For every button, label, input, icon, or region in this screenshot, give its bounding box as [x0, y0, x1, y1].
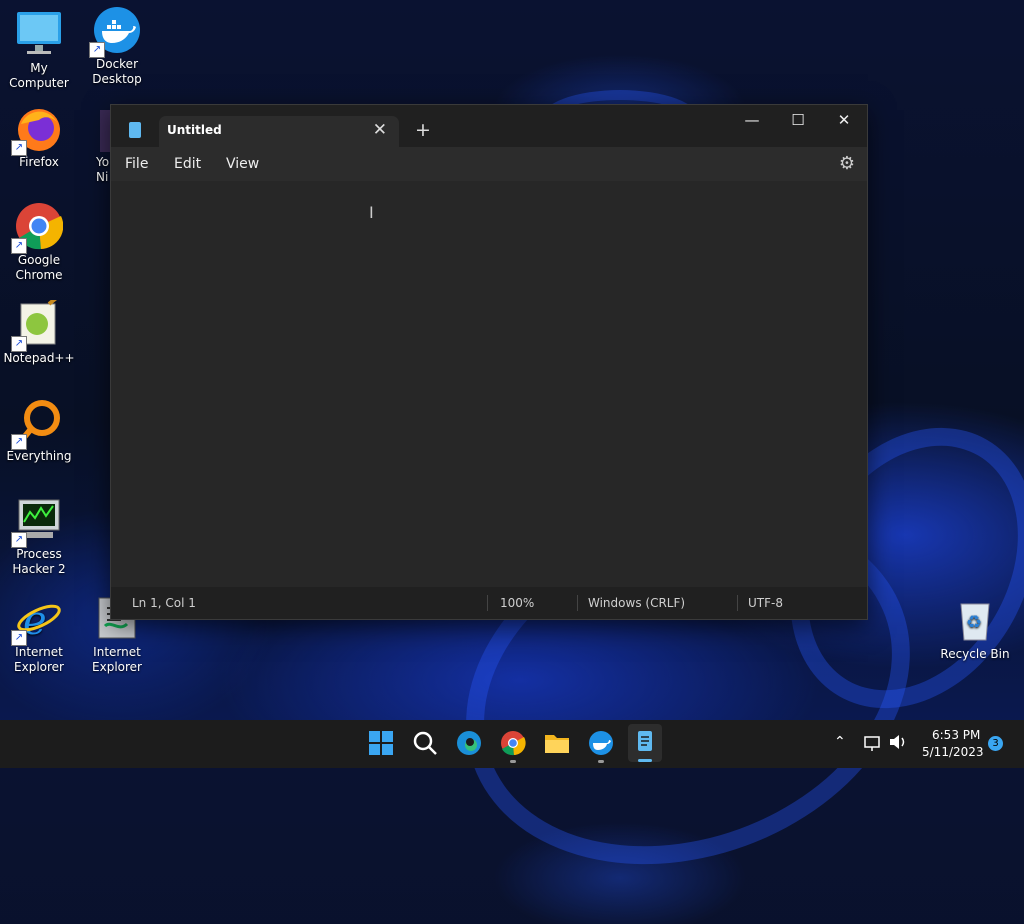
- chevron-up-icon[interactable]: ⌃: [834, 734, 846, 750]
- file-explorer-icon[interactable]: [544, 730, 572, 758]
- shortcut-arrow-icon: ↗: [11, 336, 27, 352]
- zoom-level: 100%: [500, 596, 535, 610]
- menu-bar: File Edit View ⚙: [111, 147, 867, 181]
- icon-label: My Computer: [9, 61, 69, 90]
- taskbar: ⌃ 6:53 PM 5/11/2023 3: [0, 720, 1024, 768]
- desktop-icon-recycle-bin[interactable]: ♻ Recycle Bin: [936, 596, 1014, 662]
- notepad-icon: [129, 122, 141, 138]
- menu-edit[interactable]: Edit: [174, 156, 201, 172]
- text-editor[interactable]: I: [111, 181, 867, 585]
- clock-time[interactable]: 6:53 PM: [932, 728, 980, 742]
- app-icon: [100, 110, 110, 152]
- line-ending: Windows (CRLF): [588, 596, 686, 610]
- desktop-icon-google-chrome[interactable]: ↗ Google Chrome: [0, 202, 78, 283]
- shortcut-arrow-icon: ↗: [11, 532, 27, 548]
- settings-gear-icon[interactable]: ⚙: [839, 153, 855, 174]
- notepad-plus-plus-icon: ↗: [11, 292, 63, 352]
- icon-label: Recycle Bin: [940, 647, 1010, 661]
- divider: [737, 595, 738, 611]
- shortcut-arrow-icon: ↗: [89, 42, 105, 58]
- desktop-icon-partial[interactable]: Yo Ni: [80, 110, 110, 185]
- maximize-button[interactable]: ☐: [783, 111, 813, 129]
- running-indicator: [598, 760, 604, 763]
- icon-label: Everything: [6, 449, 72, 463]
- icon-label: Docker Desktop: [92, 57, 142, 86]
- cursor-position: Ln 1, Col 1: [132, 596, 196, 610]
- divider: [577, 595, 578, 611]
- monitor-icon: [15, 10, 63, 58]
- desktop-icon-firefox[interactable]: ↗ Firefox: [0, 104, 78, 170]
- icon-label: Firefox: [19, 155, 59, 169]
- edge-icon[interactable]: [456, 730, 484, 758]
- encoding: UTF-8: [748, 596, 783, 610]
- menu-file[interactable]: File: [125, 156, 148, 172]
- new-tab-button[interactable]: +: [415, 119, 431, 141]
- recycle-bin-icon: ♻: [951, 596, 999, 644]
- docker-taskbar-icon[interactable]: [588, 730, 616, 763]
- process-monitor-icon: ↗: [11, 496, 63, 548]
- volume-icon[interactable]: [888, 733, 908, 754]
- shortcut-arrow-icon: ↗: [11, 630, 27, 646]
- desktop-icon-docker-desktop[interactable]: ↗ Docker Desktop: [78, 6, 156, 87]
- desktop-icon-my-computer[interactable]: My Computer: [0, 10, 78, 91]
- menu-view[interactable]: View: [226, 156, 259, 172]
- shortcut-arrow-icon: ↗: [11, 238, 27, 254]
- close-window-button[interactable]: ✕: [829, 111, 859, 129]
- active-indicator: [638, 759, 652, 762]
- close-tab-icon[interactable]: ✕: [373, 120, 387, 140]
- desktop-icon-internet-explorer[interactable]: e ↗ Internet Explorer: [0, 594, 78, 675]
- icon-label: Google Chrome: [15, 253, 63, 282]
- network-icon[interactable]: [862, 734, 882, 755]
- search-icon[interactable]: [412, 730, 440, 758]
- icon-label: Notepad++: [3, 351, 75, 365]
- firefox-icon: ↗: [11, 104, 63, 156]
- icon-label: Internet Explorer: [14, 645, 64, 674]
- chrome-icon: ↗: [11, 202, 64, 254]
- notepad-window[interactable]: Untitled ✕ + — ☐ ✕ File Edit View ⚙ I Ln…: [110, 104, 868, 620]
- tab-title: Untitled: [167, 123, 222, 137]
- icon-label: Process Hacker 2: [12, 547, 66, 576]
- chrome-taskbar-icon[interactable]: [500, 730, 528, 763]
- icon-label: Yo Ni: [96, 155, 110, 184]
- divider: [487, 595, 488, 611]
- desktop-icon-notepad-plus-plus[interactable]: ↗ Notepad++: [0, 292, 78, 366]
- shortcut-arrow-icon: ↗: [11, 140, 27, 156]
- title-bar[interactable]: Untitled ✕ + — ☐ ✕: [111, 105, 867, 147]
- icon-label: Internet Explorer: [92, 645, 142, 674]
- start-windows-icon[interactable]: [368, 730, 396, 758]
- shortcut-arrow-icon: ↗: [11, 434, 27, 450]
- status-bar: Ln 1, Col 1 100% Windows (CRLF) UTF-8: [111, 587, 867, 619]
- tab-untitled[interactable]: Untitled ✕: [129, 116, 399, 147]
- clock-date[interactable]: 5/11/2023: [922, 745, 984, 759]
- notification-badge[interactable]: 3: [988, 736, 1003, 751]
- text-cursor-icon: I: [369, 203, 374, 222]
- minimize-button[interactable]: —: [737, 111, 767, 129]
- internet-explorer-icon: e ↗: [11, 594, 63, 646]
- running-indicator: [510, 760, 516, 763]
- svg-text:♻: ♻: [966, 612, 982, 633]
- desktop-icon-everything[interactable]: ↗ Everything: [0, 398, 78, 464]
- desktop-icon-process-hacker[interactable]: ↗ Process Hacker 2: [0, 496, 78, 577]
- docker-icon: ↗: [89, 6, 141, 58]
- notepad-taskbar-icon[interactable]: [628, 724, 662, 762]
- magnifier-icon: ↗: [11, 398, 63, 450]
